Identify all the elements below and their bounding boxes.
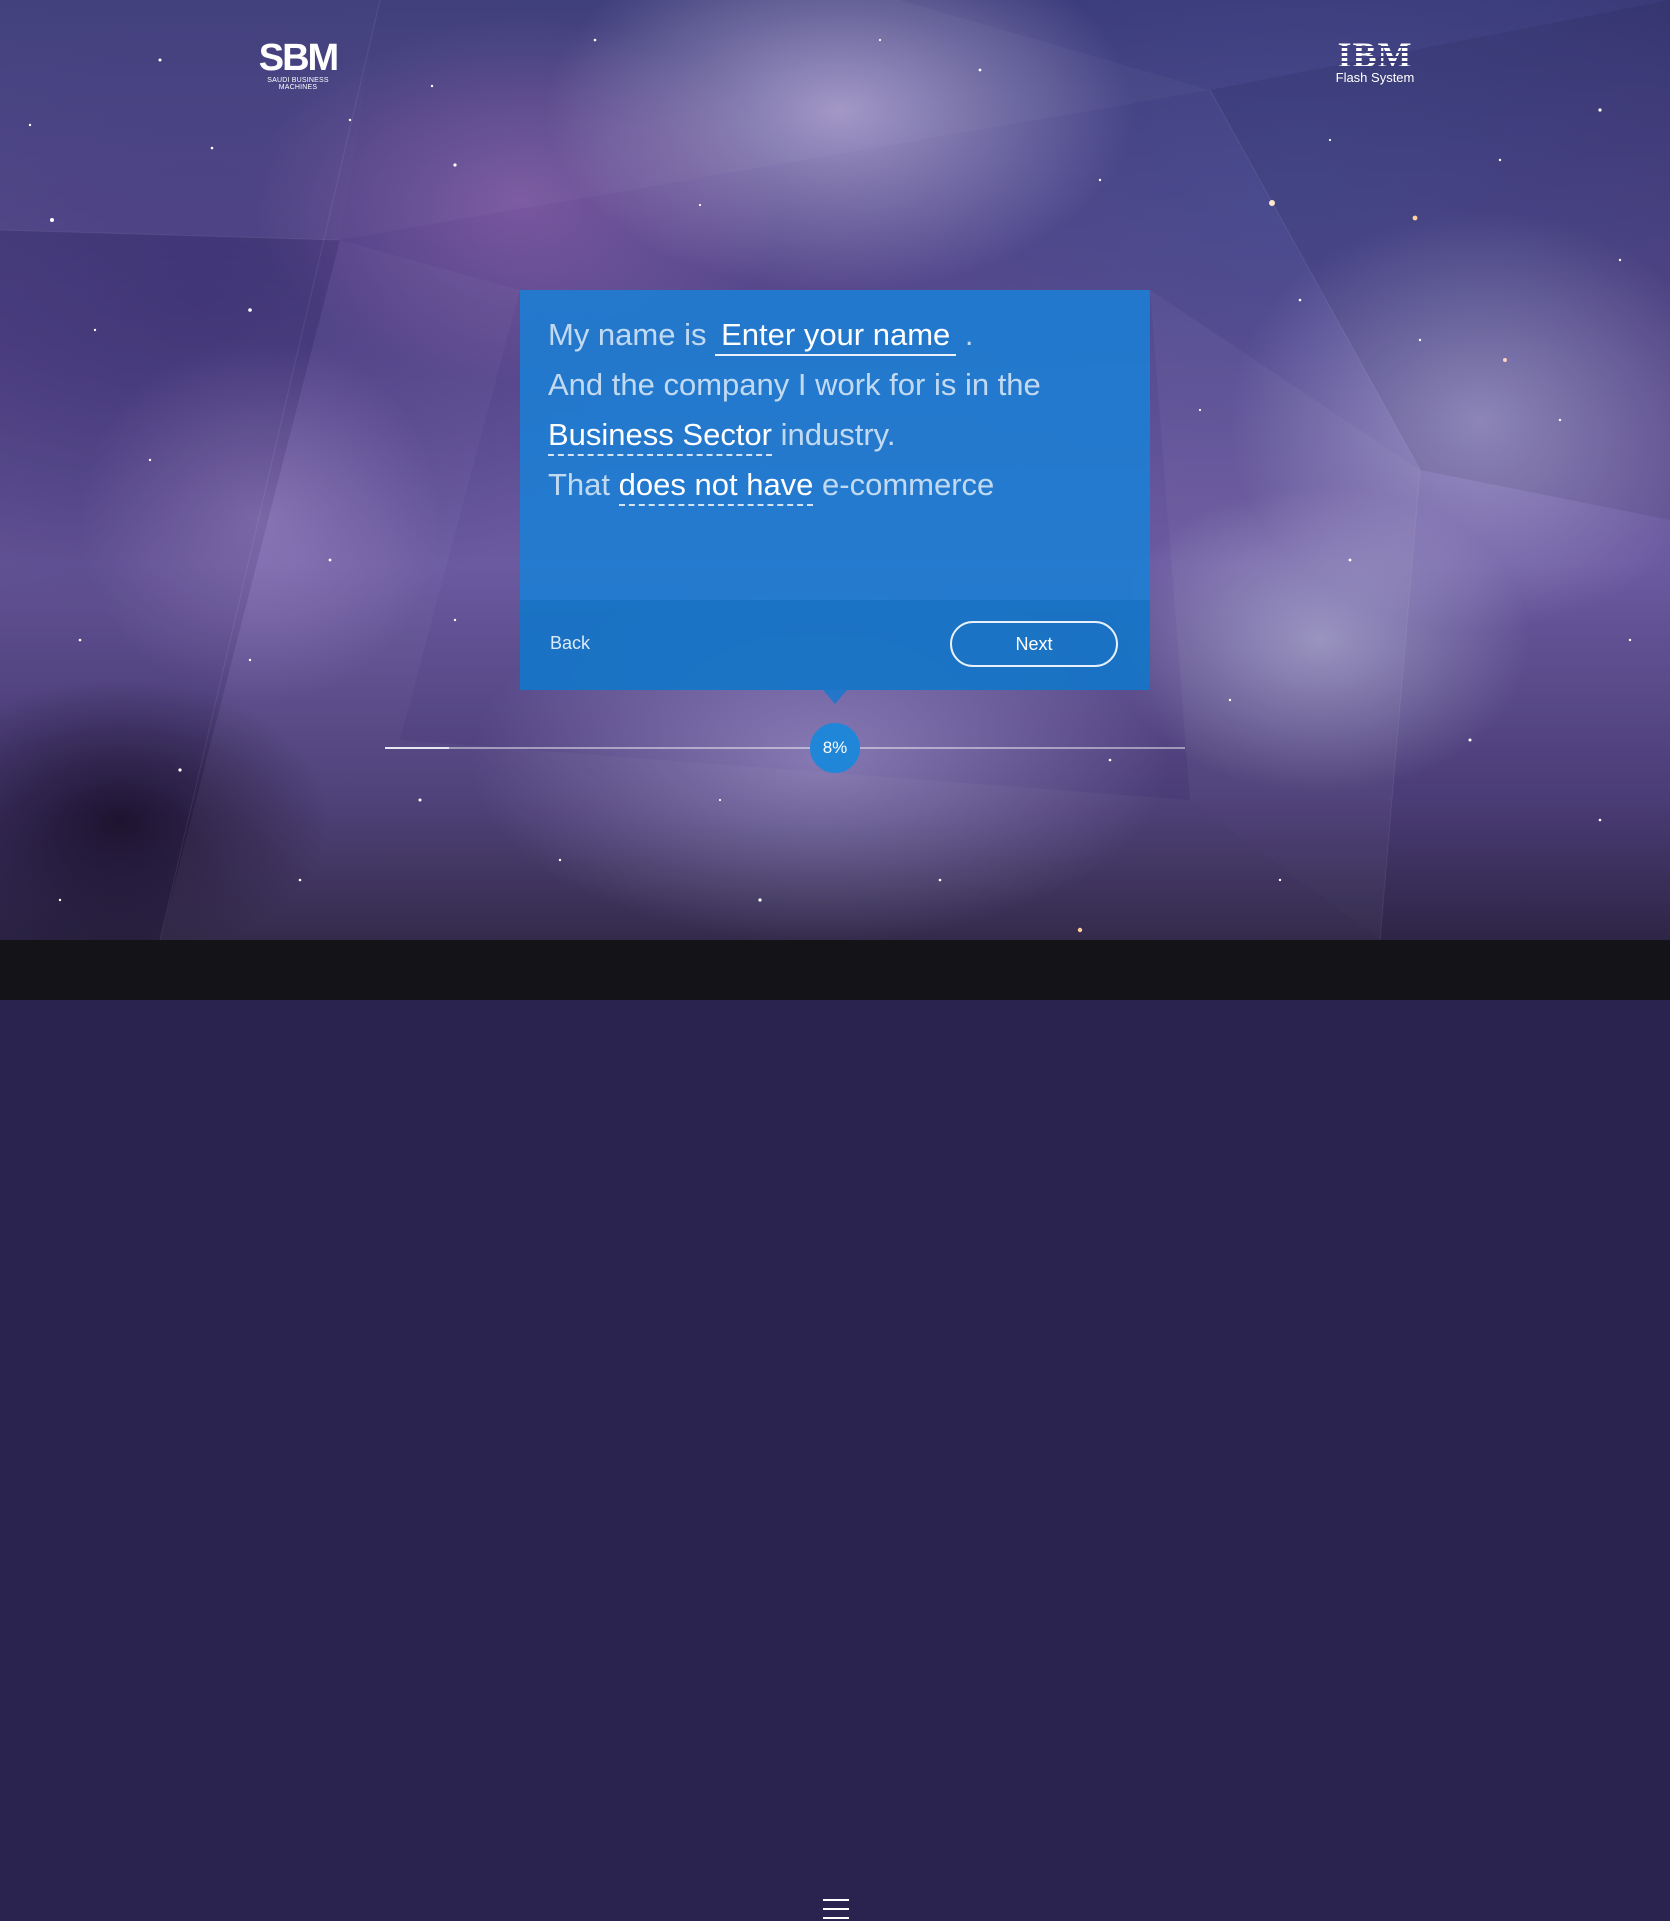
sector-dropdown[interactable]: Business Sector xyxy=(548,416,772,456)
sbm-logo: SBM SAUDI BUSINESS MACHINES xyxy=(248,37,348,91)
back-button[interactable]: Back xyxy=(550,633,590,654)
company-text: And the company I work for is in the xyxy=(548,367,1041,402)
sector-suffix: industry. xyxy=(780,417,896,452)
card-footer: Back Next xyxy=(520,600,1150,690)
ibm-logo-subtitle: Flash System xyxy=(1335,70,1415,85)
name-input[interactable]: Enter your name xyxy=(715,316,957,356)
bottom-bar xyxy=(0,940,1670,1919)
next-button[interactable]: Next xyxy=(950,621,1118,667)
name-line: My name is Enter your name . xyxy=(548,310,1122,360)
ecommerce-dropdown[interactable]: does not have xyxy=(618,466,814,506)
ecommerce-prefix: That xyxy=(548,467,611,502)
name-suffix: . xyxy=(964,317,974,352)
questionnaire-card: My name is Enter your name . And the com… xyxy=(520,290,1150,690)
progress-fill xyxy=(385,747,449,749)
name-prefix: My name is xyxy=(548,317,707,352)
hamburger-menu-icon[interactable] xyxy=(823,1899,849,1921)
questionnaire-body: My name is Enter your name . And the com… xyxy=(520,290,1150,600)
ibm-logo-text: IBM xyxy=(1330,37,1420,73)
card-pointer xyxy=(823,690,847,704)
sector-line: Business Sector industry. xyxy=(548,410,1122,460)
ecommerce-suffix: e-commerce xyxy=(822,467,995,502)
ibm-logo: IBM Flash System xyxy=(1330,37,1420,85)
sbm-logo-text: SBM xyxy=(258,37,339,79)
company-line: And the company I work for is in the xyxy=(548,360,1122,410)
ecommerce-line: That does not have e-commerce xyxy=(548,460,1122,510)
sbm-logo-subtitle: SAUDI BUSINESS MACHINES xyxy=(267,77,329,91)
progress-indicator: 8% xyxy=(810,723,860,773)
progress-track xyxy=(385,747,1185,749)
